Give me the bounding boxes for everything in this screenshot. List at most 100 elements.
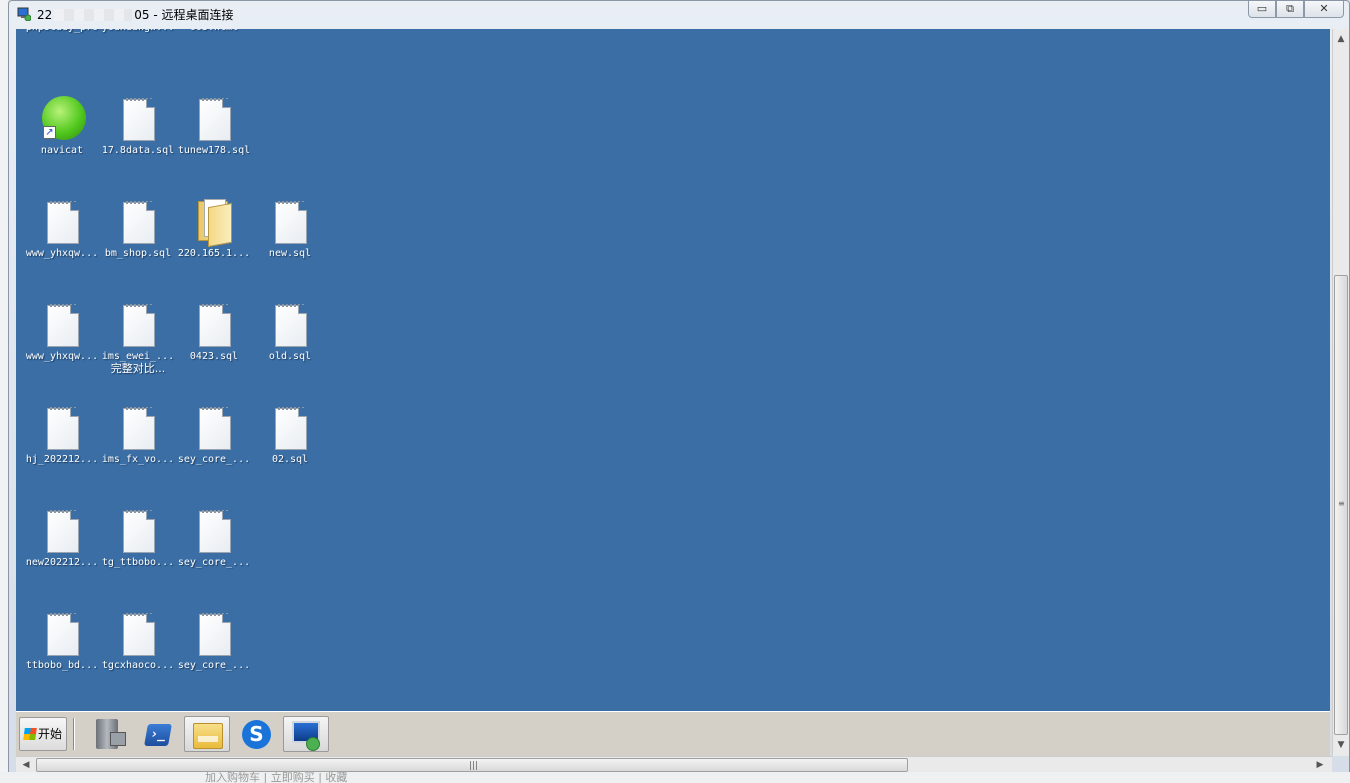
desktop-icon-label: tg_ttbobo... bbox=[101, 557, 175, 568]
start-label: 开始 bbox=[38, 727, 63, 741]
sql-file-icon bbox=[270, 302, 310, 348]
sql-file-icon bbox=[194, 405, 234, 451]
desktop-icon-sey-core-1[interactable]: sey_core_... bbox=[176, 405, 252, 466]
desktop-icon-old-sql[interactable]: old.sql bbox=[252, 302, 328, 363]
close-button[interactable]: ✕ bbox=[1304, 1, 1344, 18]
desktop-icon-tgcxhaoco[interactable]: tgcxhaoco... bbox=[100, 611, 176, 672]
desktop-icon-label: 220.165.1... bbox=[177, 248, 251, 259]
desktop-icon-label: youxuangw... bbox=[100, 29, 176, 34]
taskbar-explorer[interactable] bbox=[184, 716, 230, 752]
windows-flag-icon bbox=[23, 728, 37, 740]
desktop-icon-0423-sql[interactable]: 0423.sql bbox=[176, 302, 252, 363]
sql-file-icon bbox=[194, 302, 234, 348]
vertical-scroll-thumb[interactable]: ≡ bbox=[1334, 275, 1348, 735]
desktop-icon-label: www_yhxqw... bbox=[25, 248, 99, 259]
desktop-icon-ttbobo-bd[interactable]: ttbobo_bd... bbox=[24, 611, 100, 672]
horizontal-scroll-thumb[interactable]: ||| bbox=[36, 758, 908, 772]
window-title: 22 05 - 远程桌面连接 bbox=[37, 8, 234, 22]
desktop-icon-label: sey_core_... bbox=[177, 660, 251, 671]
desktop-icon-label: ttbobo_bd... bbox=[25, 660, 99, 671]
desktop-icon-tg-ttbobo[interactable]: tg_ttbobo... bbox=[100, 508, 176, 569]
desktop-icon-new-sql[interactable]: new.sql bbox=[252, 199, 328, 260]
powershell-icon: ›_ bbox=[144, 724, 172, 746]
taskbar-server-manager[interactable] bbox=[86, 716, 132, 752]
navicat-icon: ↗ bbox=[42, 96, 86, 142]
sql-file-icon bbox=[194, 611, 234, 657]
desktop-icon-label: sey_core_... bbox=[177, 557, 251, 568]
connection-badge-icon bbox=[306, 737, 320, 751]
taskbar-remote-desktop[interactable] bbox=[283, 716, 329, 752]
sql-file-icon bbox=[270, 405, 310, 451]
desktop-icon-www-yhxqw-2[interactable]: www_yhxqw... bbox=[24, 302, 100, 363]
desktop-icon-label: 17.8data.sql bbox=[101, 145, 175, 156]
sql-file-icon bbox=[42, 611, 82, 657]
scroll-right-arrow[interactable]: ▶ bbox=[1312, 757, 1328, 773]
sql-file-icon bbox=[42, 508, 82, 554]
desktop-icon-label: bm_shop.sql bbox=[104, 248, 172, 259]
sql-file-icon bbox=[118, 508, 158, 554]
desktop-icon-sey-core-3[interactable]: sey_core_... bbox=[176, 611, 252, 672]
title-bar[interactable]: 22 05 - 远程桌面连接 ▭ ⧉ ✕ bbox=[9, 1, 1349, 27]
desktop-icon-label: navicat bbox=[40, 145, 84, 156]
sql-file-icon bbox=[118, 302, 158, 348]
desktop-icon-www-yhxqw-1[interactable]: www_yhxqw... bbox=[24, 199, 100, 260]
background-page-strip bbox=[0, 772, 1350, 783]
restore-button[interactable]: ⧉ bbox=[1276, 1, 1304, 18]
desktop-icon-02-sql[interactable]: 02.sql bbox=[252, 405, 328, 466]
minimize-button[interactable]: ▭ bbox=[1248, 1, 1276, 18]
folder-icon bbox=[194, 199, 234, 248]
redacted-ip bbox=[54, 9, 133, 21]
desktop-icon-phpstudy[interactable]: phpstudy_pro bbox=[24, 29, 100, 34]
sql-file-icon bbox=[42, 302, 82, 348]
taskbar-sogou[interactable]: S bbox=[233, 716, 279, 752]
sql-file-icon bbox=[118, 199, 158, 245]
start-button[interactable]: 开始 bbox=[19, 717, 67, 751]
desktop-icon-sey-core-2[interactable]: sey_core_... bbox=[176, 508, 252, 569]
desktop-icon-label: phpstudy_pro bbox=[24, 29, 100, 34]
sql-file-icon bbox=[118, 405, 158, 451]
sql-file-icon bbox=[42, 405, 82, 451]
remote-desktop-window: 2205 - 远程桌面连接 ▭ ⧉ ✕ phpstudy_proyouxuang… bbox=[8, 0, 1350, 783]
desktop-icon-label: 02.sql bbox=[271, 454, 309, 465]
scroll-left-arrow[interactable]: ◀ bbox=[18, 757, 34, 773]
desktop-icon-hj-202212[interactable]: hj_202212... bbox=[24, 405, 100, 466]
desktop-icon-label: 0423.sql bbox=[189, 351, 239, 362]
sql-file-icon bbox=[194, 508, 234, 554]
desktop-icon-bm-shop-sql[interactable]: bm_shop.sql bbox=[100, 199, 176, 260]
desktop-icon-label: new202212... bbox=[25, 557, 99, 568]
desktop-icon-005-html[interactable]: 005.html bbox=[176, 29, 252, 34]
server-sub-icon bbox=[110, 732, 126, 746]
sql-file-icon bbox=[118, 611, 158, 657]
desktop-icon-label: tgcxhaoco... bbox=[101, 660, 175, 671]
desktop-icon-label: old.sql bbox=[268, 351, 312, 362]
desktop-icon-ims-fx-vo[interactable]: ims_fx_vo... bbox=[100, 405, 176, 466]
desktop-icon-label: new.sql bbox=[268, 248, 312, 259]
desktop-icon-navicat[interactable]: ↗ navicat bbox=[24, 96, 100, 157]
horizontal-scrollbar[interactable]: ◀ ||| ▶ bbox=[16, 756, 1332, 773]
taskbar-separator bbox=[73, 718, 75, 750]
taskbar-powershell[interactable]: ›_ bbox=[135, 716, 181, 752]
desktop-icon-label: ims_fx_vo... bbox=[101, 454, 175, 465]
scroll-down-arrow[interactable]: ▼ bbox=[1333, 737, 1349, 753]
desktop-icon-label: 005.html bbox=[176, 29, 252, 34]
desktop-icon-label-line2: 完整对比... bbox=[110, 362, 166, 375]
remote-desktop-viewport[interactable]: phpstudy_proyouxuangw...005.html ↗ navicat… bbox=[16, 29, 1330, 756]
sql-file-icon bbox=[270, 199, 310, 245]
desktop-icon-youxuangw[interactable]: youxuangw... bbox=[100, 29, 176, 34]
scroll-up-arrow[interactable]: ▲ bbox=[1333, 31, 1349, 47]
sql-file-icon bbox=[194, 96, 234, 142]
desktop-icon-ims-ewei[interactable]: ims_ewei_... 完整对比... bbox=[100, 302, 176, 375]
horizontal-grip-icon: ||| bbox=[469, 761, 479, 771]
desktop-icon-new202212[interactable]: new202212... bbox=[24, 508, 100, 569]
folder-icon bbox=[193, 723, 223, 749]
background-window-edge bbox=[0, 0, 8, 783]
desktop-icon-label: hj_202212... bbox=[25, 454, 99, 465]
vertical-grip-icon: ≡ bbox=[1338, 499, 1345, 508]
background-page-text: 加入购物车 | 立即购买 | 收藏 bbox=[205, 772, 348, 783]
desktop-icon-tunew178-sql[interactable]: tunew178.sql bbox=[176, 96, 252, 157]
sql-file-icon bbox=[42, 199, 82, 245]
desktop-icon-220-165-folder[interactable]: 220.165.1... bbox=[176, 199, 252, 260]
vertical-scrollbar[interactable]: ▲ ≡ ▼ bbox=[1332, 29, 1349, 756]
desktop-icon-17-8data-sql[interactable]: 17.8data.sql bbox=[100, 96, 176, 157]
desktop-icon-label: tunew178.sql bbox=[177, 145, 251, 156]
